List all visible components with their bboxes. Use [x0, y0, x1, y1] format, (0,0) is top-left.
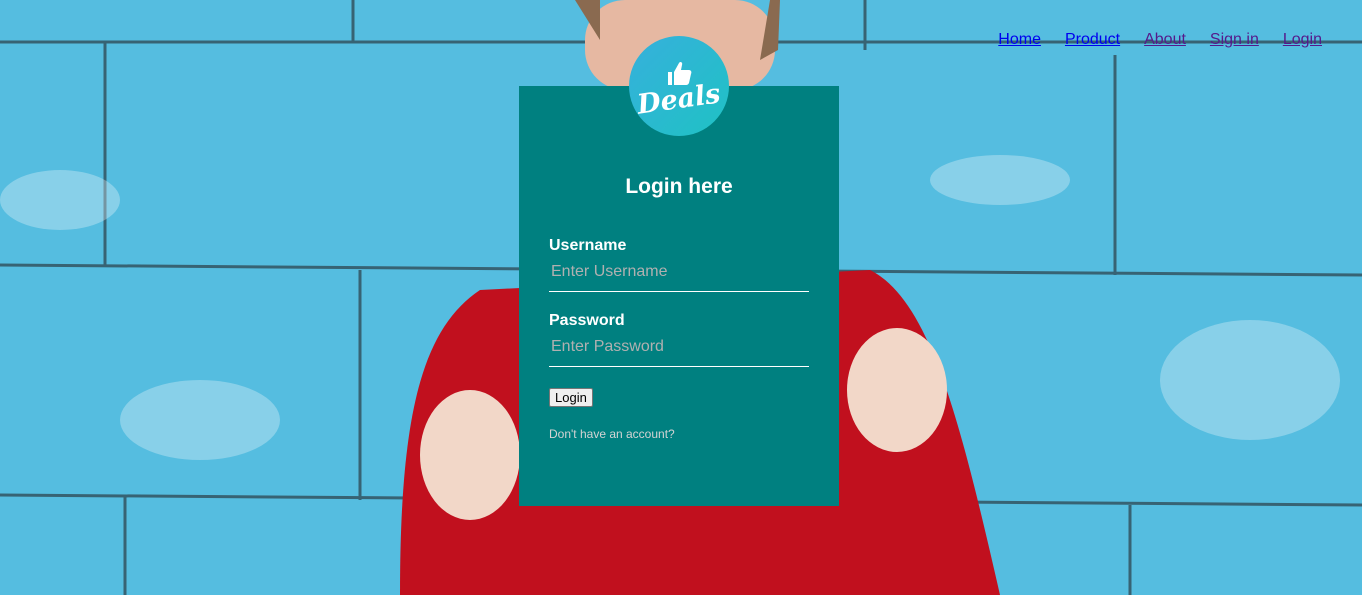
login-button[interactable]: Login — [549, 388, 593, 407]
login-card: Login here Username Password Login Don't… — [519, 86, 839, 506]
nav-link-home[interactable]: Home — [998, 31, 1041, 49]
password-input[interactable] — [549, 330, 809, 367]
nav-link-about[interactable]: About — [1144, 31, 1186, 49]
top-navigation: Home Product About Sign in Login — [998, 31, 1322, 49]
deals-logo: Deals — [629, 36, 729, 136]
nav-link-product[interactable]: Product — [1065, 31, 1120, 49]
password-label: Password — [549, 312, 625, 329]
nav-link-sign-in[interactable]: Sign in — [1210, 31, 1259, 49]
nav-link-login[interactable]: Login — [1283, 31, 1322, 49]
signup-link[interactable]: Don't have an account? — [549, 427, 809, 441]
logo-text: Deals — [635, 77, 723, 121]
username-input[interactable] — [549, 255, 809, 292]
username-label: Username — [549, 237, 627, 254]
